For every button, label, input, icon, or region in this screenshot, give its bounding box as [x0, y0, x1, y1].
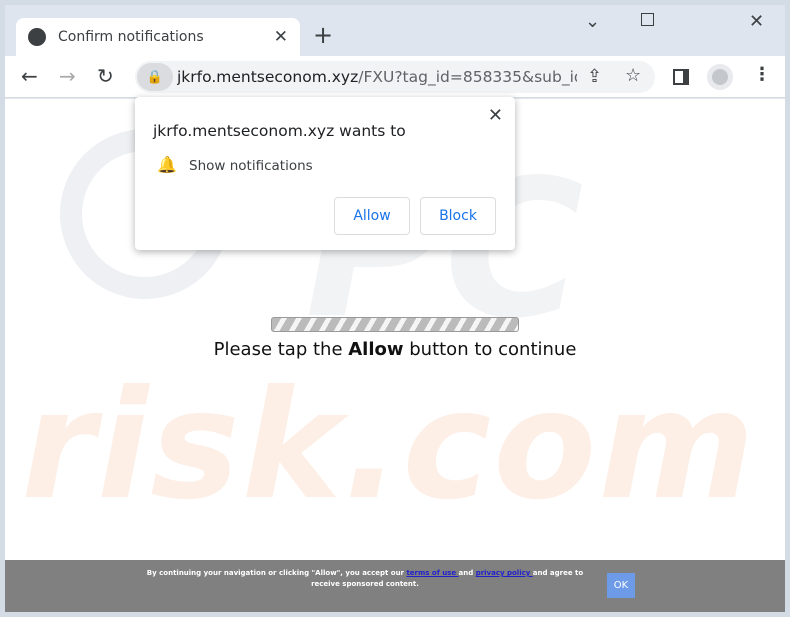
maximize-button[interactable] — [641, 13, 654, 26]
permission-label: Show notifications — [189, 158, 313, 174]
address-bar[interactable]: 🔒 jkrfo.mentseconom.xyz/FXU?tag_id=85833… — [135, 61, 655, 93]
notification-permission-popup: jkrfo.mentseconom.xyz wants to ✕ 🔔 Show … — [135, 97, 515, 250]
url-domain: jkrfo.mentseconom.xyz — [177, 68, 359, 86]
star-icon[interactable]: ☆ — [625, 65, 641, 86]
globe-icon — [28, 28, 46, 46]
tab-title: Confirm notifications — [58, 29, 204, 45]
consent-text: By continuing your navigation or clickin… — [146, 569, 584, 588]
privacy-link[interactable]: privacy policy — [476, 569, 533, 577]
share-icon[interactable]: ⇪ — [587, 66, 602, 87]
toolbar: ← → ↻ 🔒 jkrfo.mentseconom.xyz/FXU?tag_id… — [5, 56, 785, 98]
tab-confirm-notifications[interactable]: Confirm notifications ✕ — [16, 18, 300, 56]
close-window-button[interactable]: ✕ — [749, 11, 764, 32]
close-tab-icon[interactable]: ✕ — [274, 27, 288, 47]
close-icon[interactable]: ✕ — [488, 105, 503, 126]
bell-icon: 🔔 — [157, 155, 177, 174]
reload-icon[interactable]: ↻ — [97, 64, 114, 88]
progress-bar — [271, 317, 519, 332]
lock-icon[interactable]: 🔒 — [137, 63, 173, 91]
consent-bar: By continuing your navigation or clickin… — [5, 560, 785, 612]
ok-button[interactable]: OK — [607, 573, 635, 598]
side-panel-icon[interactable] — [673, 69, 689, 85]
browser-window: Confirm notifications ✕ + ⌄ ✕ ← → ↻ 🔒 jk… — [5, 5, 785, 612]
url-path: /FXU?tag_id=858335&sub_id... — [358, 68, 577, 86]
chevron-down-icon[interactable]: ⌄ — [585, 11, 600, 32]
menu-icon[interactable]: ⋮ — [753, 64, 771, 85]
new-tab-button[interactable]: + — [313, 21, 333, 49]
forward-icon[interactable]: → — [59, 64, 76, 88]
popup-title: jkrfo.mentseconom.xyz wants to — [153, 122, 406, 140]
avatar[interactable] — [707, 64, 733, 90]
allow-button[interactable]: Allow — [334, 197, 410, 235]
watermark-text: risk.com — [21, 359, 757, 533]
block-button[interactable]: Block — [420, 197, 496, 235]
back-icon[interactable]: ← — [21, 64, 38, 88]
terms-link[interactable]: terms of use — [406, 569, 458, 577]
instruction-text: Please tap the Allow button to continue — [213, 339, 577, 360]
